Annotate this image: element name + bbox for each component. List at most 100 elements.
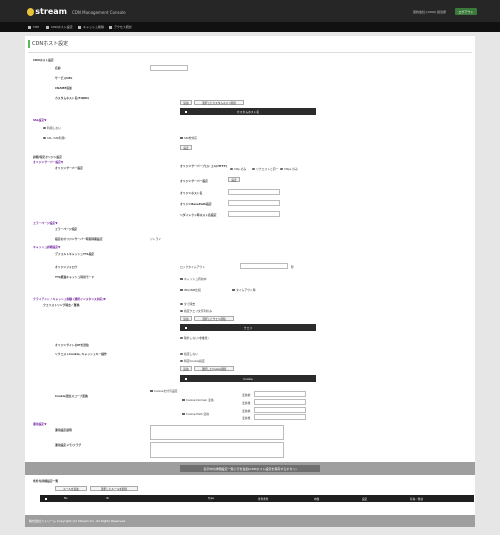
cookie-table-header: Cookie (180, 375, 316, 382)
origin-set-button[interactable]: 設定 (228, 177, 240, 182)
origin-section: 詳細/特定オリジン設定 (33, 155, 62, 159)
ttl-mode-label: TTL経過キャッシュ利用モード (55, 275, 95, 279)
ims-checkbox[interactable]: IMS/INM比較 (180, 288, 201, 292)
ssl-settings-button[interactable]: 設定 (180, 145, 192, 150)
lock-timeout-label: ロックタイムアウト (180, 265, 206, 269)
domain-after-input[interactable] (254, 399, 306, 405)
path-before-input[interactable] (254, 407, 306, 413)
origin-server-spec-label: オリジンサーバー指定 (180, 179, 208, 183)
home-icon (28, 25, 31, 29)
add-query-button[interactable]: 追加 (180, 316, 192, 321)
lock-timeout-unit: 秒 (291, 265, 294, 269)
trash-icon (78, 25, 81, 29)
ssl-sni-radio[interactable]: SSL (SNI利用) (43, 136, 65, 140)
path-after-input[interactable] (254, 414, 306, 420)
logout-button[interactable]: ログアウト (455, 8, 477, 15)
origin-ip-label: オリジンサイトのIPを送信 (55, 343, 89, 347)
col-no: No (64, 497, 68, 500)
query-strip-label: クエリストリング除去／置換 (43, 303, 80, 307)
proto-https-radio[interactable]: https のみ (280, 167, 298, 171)
col-id: ID (106, 497, 109, 500)
cookie-path-checkbox[interactable]: Cookie Path 変換 (182, 412, 209, 416)
origin-basepath-input[interactable] (228, 200, 280, 206)
add-rule-button[interactable]: ルールを追加 (55, 486, 87, 491)
query-specific-radio[interactable]: 指定クエリ文字列のみ (180, 309, 212, 313)
query-all-radio[interactable]: 全て除去 (180, 302, 195, 306)
cookie-scope-label: Cookie送信スコープ変換 (55, 394, 88, 398)
divider (28, 52, 472, 53)
page-title: CDNホスト設定 (28, 40, 68, 48)
origin-host-input[interactable] (228, 189, 280, 195)
add-custom-host-button[interactable]: 追加 (180, 100, 192, 105)
rules-list-title: 条件付詳細設定一覧 (33, 479, 59, 483)
select-all-checkbox[interactable] (185, 110, 187, 113)
cookie-send-checkbox[interactable]: Cookieを付与設定 (150, 389, 177, 393)
timeout-checkbox[interactable]: タイムアウト時 (232, 288, 256, 292)
nav-item-cdn-host[interactable]: CDNホスト設定 (46, 25, 73, 29)
cname-label: CNAME追加 (55, 86, 72, 90)
redirect-host-input[interactable] (228, 211, 280, 217)
nav-item-access-stats[interactable]: アクセス統計 (109, 25, 132, 29)
remove-query-button[interactable]: 選択したクエリ削除 (194, 316, 234, 321)
origin-protocol-label: オリジンサーバープロトコル(HTTP) (180, 164, 227, 168)
path-before-label: 変換前 (242, 409, 251, 413)
client-section: クライアント / キャッシュ制御 (選択インスタンス対応)▼ (33, 297, 106, 301)
logo[interactable]: stream (27, 7, 67, 17)
origin-basepath-label: オリジンBasePath指定 (180, 202, 212, 206)
error-page-label: エラーページ指定 (55, 227, 78, 231)
user-info: 契約会社:(1999) 担当者 (413, 10, 446, 14)
origin-server-section: オリジンサーバー設定▼ (33, 160, 64, 164)
exclude-radio[interactable]: 除外しない(非推奨) (180, 336, 209, 340)
domain-before-input[interactable] (254, 391, 306, 397)
remove-cookie-button[interactable]: 選択したCookie削除 (194, 366, 234, 371)
query-table-header: クエリ (180, 324, 316, 331)
mgmt-note-textarea[interactable] (150, 425, 284, 440)
col-condition: 条件条件 (258, 498, 269, 501)
custom-host-label: カスタムホスト名(FQDN) (55, 96, 89, 100)
select-all-cookie-checkbox[interactable] (185, 377, 187, 380)
col-type: Type (208, 497, 214, 500)
proto-request-radio[interactable]: リクエストと同一 (252, 167, 278, 171)
col-content: 内容 (314, 498, 320, 501)
add-cookie-button[interactable]: 追加 (180, 366, 192, 371)
remove-custom-host-button[interactable]: 選択したカスタムホスト削除 (194, 100, 244, 105)
ssl-section: SSL設定▼ (33, 118, 47, 122)
name-label: 名前 (55, 66, 61, 70)
path-after-label: 変換後 (242, 416, 251, 420)
select-all-rules-checkbox[interactable] (45, 497, 47, 500)
remove-rule-button[interactable]: 選択したルールを削除 (90, 486, 138, 491)
cookie-specific-radio[interactable]: 特定Cookie指定 (180, 359, 205, 363)
cache-enable-checkbox[interactable]: キャッシュ有効中 (180, 277, 206, 281)
error-section: エラーページ設定▼ (33, 221, 58, 225)
proto-http-radio[interactable]: http のみ (230, 167, 246, 171)
cdn-host-section: CDNホスト設定 (33, 58, 54, 62)
error-origin-value: リトライ (150, 237, 162, 241)
footer: 株式会社ストリーム Copyright (C) Stream Inc. All … (25, 515, 475, 527)
name-input[interactable] (150, 65, 188, 71)
lock-timeout-input[interactable] (240, 263, 288, 269)
service-url-label: サービスURL (55, 76, 73, 80)
select-all-query-checkbox[interactable] (185, 326, 187, 329)
origin-server-label: オリジンサーバー指定 (55, 166, 83, 170)
cookie-op-label: リクエストCookie, キャッシュキー操作 (55, 352, 107, 356)
nav-bar (0, 22, 500, 32)
cache-section: キャッシュ詳細設定▼ (33, 245, 61, 249)
domain-after-label: 変換後 (242, 401, 251, 405)
nav-item-cache-delete[interactable]: キャッシュ削除 (78, 25, 104, 29)
save-button[interactable]: 表示中の詳細設定一覧に行を追加(CDNホスト設定を保存するボタン) (180, 465, 320, 472)
chart-icon (109, 25, 112, 29)
cookie-domain-checkbox[interactable]: Cookie Domain 変換 (182, 398, 214, 402)
logo-icon (27, 8, 35, 16)
default-cache-label: デフォルトキャッシュTTL指定 (55, 252, 95, 256)
ssl-none-radio[interactable]: 利用しない (43, 126, 61, 130)
origin-host-label: オリジンホスト名 (180, 191, 203, 195)
mgmt-memo-textarea[interactable] (150, 442, 284, 458)
origin-follow-label: オリジンフォロウ (55, 265, 78, 269)
nav-item-top[interactable]: TOP (28, 25, 39, 29)
cookie-none-radio[interactable]: 指定しない (180, 352, 198, 356)
domain-before-label: 変換前 (242, 393, 251, 397)
mgmt-note-label: 運用設定説明 (55, 428, 72, 432)
mgmt-memo-label: 運用設定メモ/フラグ (55, 443, 82, 447)
sni-unsupported-checkbox[interactable]: SNI非対応 (180, 136, 197, 140)
mgmt-section: 運用設定▼ (33, 422, 47, 426)
